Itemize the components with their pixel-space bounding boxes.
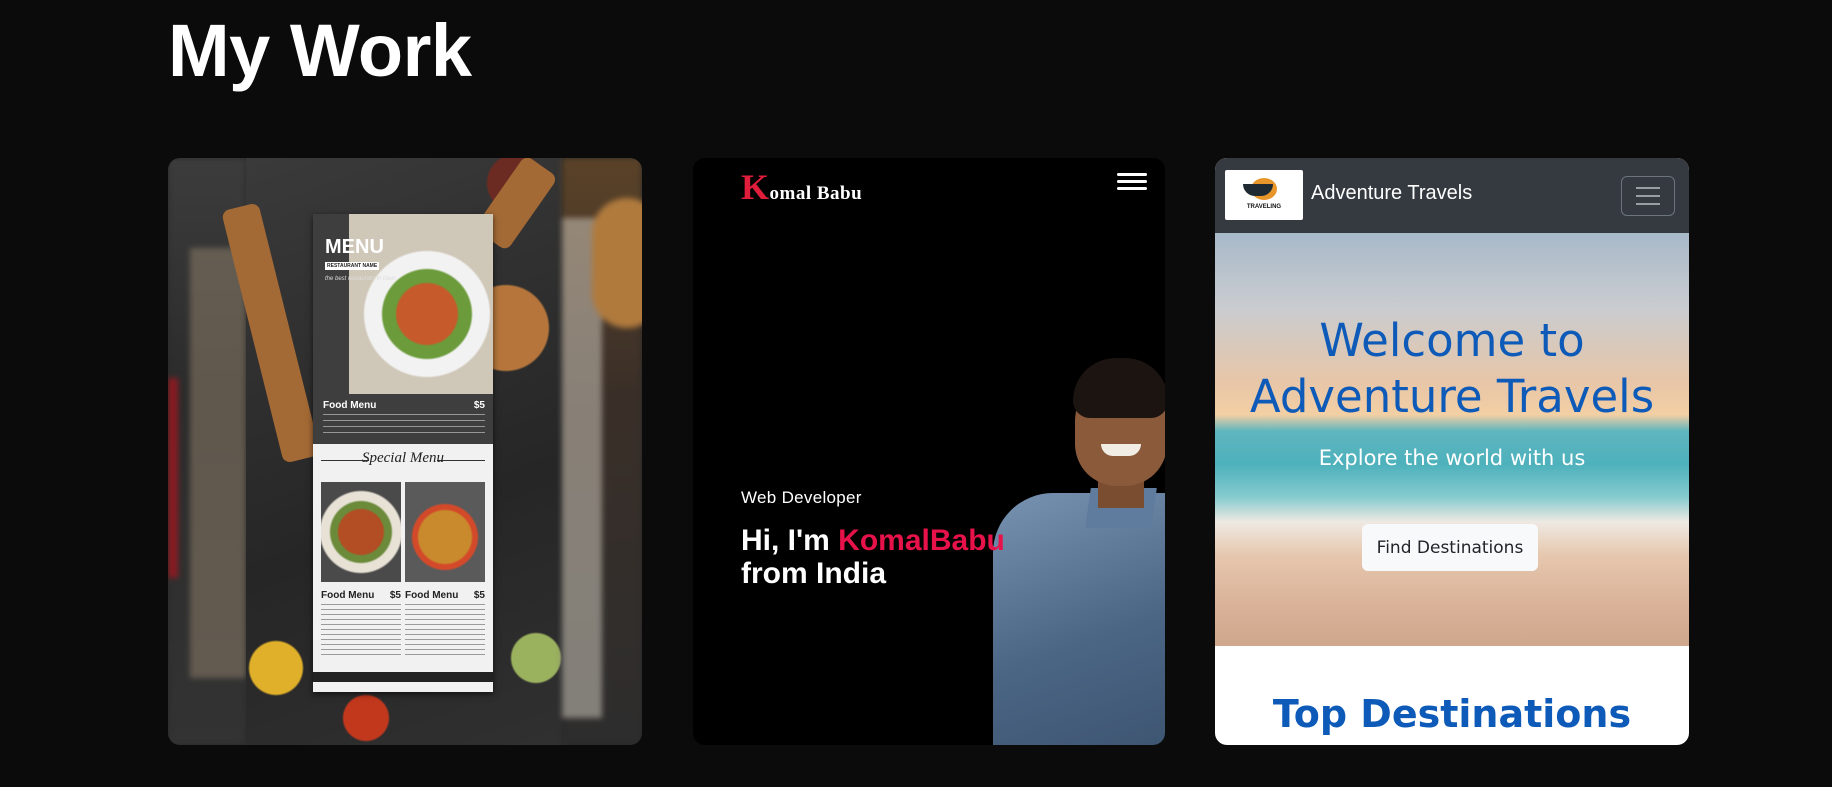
project-card-portfolio[interactable]: Komal Babu Web Developer Hi, I'm KomalBa… [693, 158, 1165, 745]
special-dish-photo [405, 482, 485, 582]
hero-title: Welcome to Adventure Travels [1249, 314, 1655, 423]
menu-heading: MENU [325, 236, 384, 258]
menu-item-label: Food Menu [323, 400, 377, 411]
special-item-description [321, 604, 401, 656]
hero-subtitle: Explore the world with us [1318, 446, 1586, 470]
special-item-row: Food Menu $5 [321, 590, 401, 601]
menu-footer [313, 672, 493, 682]
special-item-description [405, 604, 485, 656]
menu-tagline: the best restaurant in town [325, 276, 396, 282]
section-title: My Work [168, 9, 472, 92]
travel-navbar: TRAVELING Adventure Travels [1215, 158, 1689, 233]
travel-logo-text: TRAVELING [1246, 204, 1282, 210]
travel-brand-name[interactable]: Adventure Travels [1311, 182, 1472, 205]
hero-name: KomalBabu [838, 524, 1005, 557]
find-destinations-button[interactable]: Find Destinations [1362, 524, 1538, 571]
project-card-restaurant-menu[interactable]: MENU RESTAURANT NAME the best restaurant… [168, 158, 642, 745]
travel-hero-banner: Welcome to Adventure Travels Explore the … [1215, 233, 1689, 646]
top-destinations-heading: Top Destinations [1272, 692, 1632, 736]
portfolio-logo: Komal Babu [741, 166, 862, 208]
special-menu-heading: Special Menu [361, 450, 445, 466]
menu-item-description [323, 414, 485, 438]
special-dish-photo [321, 482, 401, 582]
navbar-toggler-icon[interactable] [1621, 176, 1675, 216]
menu-item-price: $5 [473, 400, 485, 411]
restaurant-name: RESTAURANT NAME [325, 262, 380, 270]
hamburger-menu-icon[interactable] [1117, 173, 1147, 193]
blurred-edge-right [562, 158, 642, 745]
special-item-row: Food Menu $5 [405, 590, 485, 601]
logo-initial: K [741, 167, 770, 207]
menu-sheet: MENU RESTAURANT NAME the best restaurant… [313, 214, 493, 692]
hero-greeting: Hi, I'm [741, 524, 839, 557]
developer-portrait [993, 358, 1165, 745]
role-label: Web Developer [741, 488, 862, 507]
hero-location: from India [741, 557, 887, 590]
travel-logo[interactable]: TRAVELING [1225, 170, 1303, 220]
menu-preview-image: MENU RESTAURANT NAME the best restaurant… [221, 158, 562, 745]
hero-heading: Hi, I'm KomalBabu from India [741, 524, 1005, 590]
logo-text: omal Babu [769, 183, 863, 204]
project-card-adventure-travels[interactable]: TRAVELING Adventure Travels Welcome to Ad… [1215, 158, 1689, 745]
menu-item-row: Food Menu $5 [323, 400, 485, 411]
